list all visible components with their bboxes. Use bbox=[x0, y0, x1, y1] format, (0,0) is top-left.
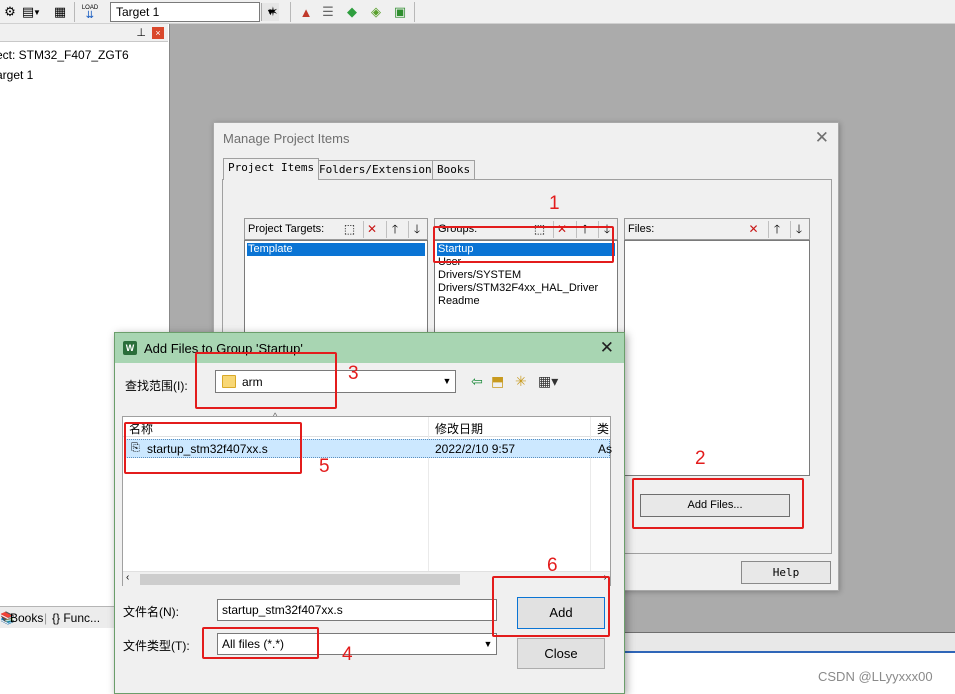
diamond-select-icon[interactable]: ◈ bbox=[366, 2, 386, 22]
project-tree-target[interactable]: arget 1 bbox=[0, 68, 33, 82]
groups-header: Groups: ⬚ ✕ 🡑 🡓 bbox=[434, 218, 618, 240]
new-folder-icon[interactable]: ✳ bbox=[515, 373, 527, 390]
files-caption: Files: bbox=[628, 223, 655, 235]
back-arrow-icon[interactable]: ⇦ bbox=[471, 373, 483, 390]
view-menu-icon[interactable]: ▦▾ bbox=[538, 373, 558, 390]
chevron-down-icon[interactable]: ▼ bbox=[481, 635, 495, 653]
files-header: Files: ✕ 🡑 🡓 bbox=[624, 218, 810, 240]
keil-app-icon: W bbox=[123, 341, 137, 355]
targets-caption: Project Targets: bbox=[248, 223, 325, 235]
list-item[interactable]: Drivers/STM32F4xx_HAL_Driver bbox=[437, 282, 598, 295]
tab-books[interactable]: Books bbox=[432, 160, 476, 179]
look-in-value: arm bbox=[242, 375, 263, 389]
look-in-label: 查找范围(I): bbox=[125, 379, 188, 393]
tab-project-items[interactable]: Project Items bbox=[223, 158, 320, 180]
status-strip bbox=[625, 632, 955, 652]
watermark: CSDN @LLyyxxx00 bbox=[818, 669, 933, 684]
delete-icon[interactable]: ✕ bbox=[553, 221, 570, 238]
dialog-title: Add Files to Group 'Startup' bbox=[144, 341, 303, 356]
move-up-icon[interactable]: 🡑 bbox=[386, 221, 403, 238]
pin-icon[interactable]: ⊥ bbox=[136, 26, 146, 39]
list-item[interactable]: Readme bbox=[437, 295, 480, 308]
help-button[interactable]: Help bbox=[741, 561, 831, 584]
list-item[interactable]: Startup bbox=[437, 243, 615, 256]
dialog-title: Manage Project Items bbox=[223, 131, 350, 146]
move-up-icon[interactable]: 🡑 bbox=[576, 221, 593, 238]
tab-separator: | bbox=[44, 611, 48, 625]
add-button[interactable]: Add bbox=[517, 597, 605, 629]
target-select-value: Target 1 bbox=[116, 5, 160, 19]
toolbar-separator bbox=[414, 2, 415, 22]
move-down-icon[interactable]: 🡓 bbox=[790, 221, 807, 238]
toolbar-separator bbox=[74, 2, 75, 22]
move-down-icon[interactable]: 🡓 bbox=[408, 221, 425, 238]
scrollbar-thumb[interactable] bbox=[140, 574, 460, 585]
download-arrow-icon: ⇊ bbox=[85, 10, 95, 21]
close-icon[interactable]: ✕ bbox=[600, 338, 614, 358]
magic-wand-icon[interactable]: ✶ bbox=[263, 2, 283, 22]
table-row[interactable]: ⎘ startup_stm32f407xx.s 2022/2/10 9:57 A… bbox=[124, 439, 613, 458]
dropdown-arrow-icon[interactable]: ▼ bbox=[32, 2, 42, 22]
file-list[interactable]: 名称 修改日期 类 ^ ⎘ startup_stm32f407xx.s 2022… bbox=[122, 411, 613, 586]
look-in-select[interactable]: arm ▼ bbox=[215, 370, 456, 393]
chevron-down-icon[interactable]: ▼ bbox=[440, 372, 454, 391]
asm-file-icon: ⎘ bbox=[131, 442, 140, 454]
new-item-icon[interactable]: ⬚ bbox=[531, 221, 548, 238]
move-up-icon[interactable]: 🡑 bbox=[768, 221, 785, 238]
file-date: 2022/2/10 9:57 bbox=[435, 442, 516, 456]
horizontal-scrollbar[interactable]: ‹ › bbox=[123, 571, 610, 586]
column-date[interactable]: 修改日期 bbox=[435, 420, 483, 437]
targets-list[interactable]: Template bbox=[244, 240, 428, 340]
file-type: As bbox=[598, 442, 613, 456]
project-pane-header: ⊥ × bbox=[0, 24, 168, 42]
close-icon[interactable]: × bbox=[152, 27, 164, 39]
file-name: startup_stm32f407xx.s bbox=[147, 442, 268, 456]
files-list[interactable] bbox=[624, 240, 810, 476]
up-folder-icon[interactable]: ⬒ bbox=[491, 373, 504, 390]
close-button[interactable]: Close bbox=[517, 638, 605, 669]
batch-icon[interactable]: ▦ bbox=[50, 2, 70, 22]
groups-caption: Groups: bbox=[438, 223, 478, 235]
groups-list[interactable]: Startup User Drivers/SYSTEM Drivers/STM3… bbox=[434, 240, 618, 340]
column-name[interactable]: 名称 bbox=[129, 420, 153, 437]
filename-label: 文件名(N): bbox=[123, 605, 179, 619]
new-item-icon[interactable]: ⬚ bbox=[341, 221, 358, 238]
move-down-icon[interactable]: 🡓 bbox=[598, 221, 615, 238]
filetype-select[interactable]: All files (*.*) ▼ bbox=[217, 633, 497, 655]
list-item[interactable]: User bbox=[437, 256, 461, 269]
manage-project-icon[interactable]: ▲ bbox=[296, 2, 316, 22]
column-type[interactable]: 类 bbox=[597, 420, 609, 437]
target-select[interactable]: Target 1 ▼ bbox=[110, 2, 279, 22]
add-files-dialog: W Add Files to Group 'Startup' ✕ 查找范围(I)… bbox=[114, 332, 625, 694]
components-icon[interactable]: ☰ bbox=[318, 2, 338, 22]
delete-icon[interactable]: ✕ bbox=[745, 221, 762, 238]
filename-input[interactable]: startup_stm32f407xx.s bbox=[217, 599, 497, 621]
scroll-left-icon[interactable]: ‹ bbox=[126, 572, 129, 583]
add-files-button[interactable]: Add Files... bbox=[640, 494, 790, 517]
tab-folders-extensions[interactable]: Folders/Extensions bbox=[314, 160, 444, 179]
filetype-label: 文件类型(T): bbox=[123, 639, 190, 653]
sort-caret-icon: ^ bbox=[273, 411, 278, 421]
diamond-green-icon[interactable]: ◆ bbox=[342, 2, 362, 22]
list-item[interactable]: Drivers/SYSTEM bbox=[437, 269, 521, 282]
list-item[interactable]: Template bbox=[247, 243, 425, 256]
load-button[interactable]: LOAD ⇊ bbox=[80, 2, 100, 22]
toolbar-separator bbox=[290, 2, 291, 22]
tab-functions[interactable]: {} Func... bbox=[52, 611, 100, 625]
pack-installer-icon[interactable]: ▣ bbox=[390, 2, 410, 22]
project-tree-root[interactable]: ect: STM32_F407_ZGT6 bbox=[0, 48, 129, 62]
folder-icon bbox=[222, 375, 236, 388]
tab-books[interactable]: Books bbox=[10, 611, 43, 625]
targets-header: Project Targets: ⬚ ✕ 🡑 🡓 bbox=[244, 218, 428, 240]
close-icon[interactable]: ✕ bbox=[815, 128, 829, 148]
main-toolbar: ⚙ ▤ ▼ ▦ LOAD ⇊ Target 1 ▼ ✶ ▲ ☰ ◆ ◈ ▣ bbox=[0, 0, 955, 24]
file-list-header: 名称 修改日期 类 ^ bbox=[123, 411, 610, 437]
filetype-value: All files (*.*) bbox=[222, 637, 285, 651]
delete-icon[interactable]: ✕ bbox=[363, 221, 380, 238]
scroll-right-icon[interactable]: › bbox=[604, 572, 607, 583]
settings-icon[interactable]: ⚙ bbox=[0, 2, 20, 22]
dialog-titlebar: W Add Files to Group 'Startup' ✕ bbox=[115, 333, 624, 363]
